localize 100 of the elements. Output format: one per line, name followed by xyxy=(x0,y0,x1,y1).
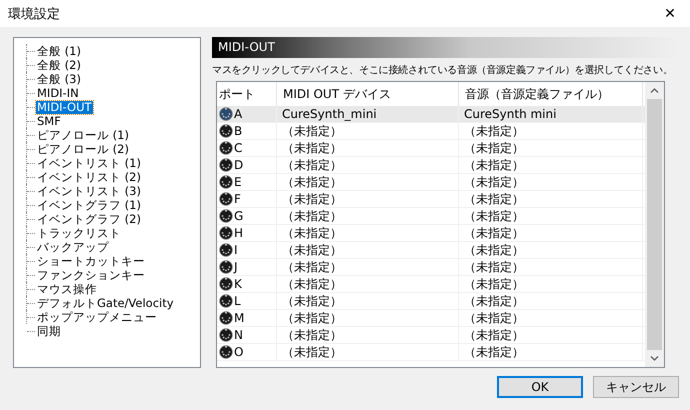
tree-item[interactable]: MIDI-OUT xyxy=(36,100,93,114)
source-cell: （未指定） xyxy=(459,310,643,326)
tree-item[interactable]: ショートカットキー xyxy=(36,254,146,268)
tree-item[interactable]: 同期 xyxy=(36,324,62,338)
table-row[interactable]: C （未指定） （未指定） xyxy=(217,140,645,157)
device-cell: （未指定） xyxy=(277,208,459,224)
device-cell: （未指定） xyxy=(277,259,459,275)
device-cell: （未指定） xyxy=(277,310,459,326)
table-row[interactable]: L （未指定） （未指定） xyxy=(217,293,645,310)
port-label: B xyxy=(234,124,242,138)
device-cell: （未指定） xyxy=(277,140,459,156)
dialog-button[interactable]: OK xyxy=(497,376,583,398)
tree-item[interactable]: SMF xyxy=(36,114,62,128)
device-cell: （未指定） xyxy=(277,344,459,360)
connector-icon xyxy=(219,243,233,257)
port-label: L xyxy=(234,294,241,308)
table-row[interactable]: B （未指定） （未指定） xyxy=(217,123,645,140)
port-label: E xyxy=(234,175,242,189)
scrollbar[interactable] xyxy=(645,82,664,367)
table-row[interactable]: I （未指定） （未指定） xyxy=(217,242,645,259)
connector-icon xyxy=(219,260,233,274)
table-row[interactable]: F （未指定） （未指定） xyxy=(217,191,645,208)
tree-item[interactable]: 全般 (1) xyxy=(36,44,82,58)
device-cell: （未指定） xyxy=(277,242,459,258)
device-cell: （未指定） xyxy=(277,123,459,139)
tree-item[interactable]: ファンクションキー xyxy=(36,268,146,282)
connector-icon xyxy=(219,209,233,223)
tree-item[interactable]: 全般 (3) xyxy=(36,72,82,86)
port-label: H xyxy=(234,226,244,240)
window-title: 環境設定 xyxy=(8,6,60,22)
connector-icon xyxy=(219,124,233,138)
table-row[interactable]: G （未指定） （未指定） xyxy=(217,208,645,225)
port-label: O xyxy=(234,345,244,359)
tree-item[interactable]: MIDI-IN xyxy=(36,86,80,100)
port-label: G xyxy=(234,209,244,223)
table-row[interactable]: D （未指定） （未指定） xyxy=(217,157,645,174)
table-row[interactable]: O （未指定） （未指定） xyxy=(217,344,645,361)
scrollbar-thumb[interactable] xyxy=(647,99,662,350)
source-cell: （未指定） xyxy=(459,276,643,292)
tree-item[interactable]: マウス操作 xyxy=(36,282,98,296)
connector-icon xyxy=(219,226,233,240)
source-cell: （未指定） xyxy=(459,123,643,139)
tree-item[interactable]: デフォルトGate/Velocity xyxy=(36,296,175,310)
source-cell: （未指定） xyxy=(459,327,643,343)
connector-icon xyxy=(219,345,233,359)
device-cell: （未指定） xyxy=(277,293,459,309)
connector-icon xyxy=(219,277,233,291)
instruction-text: マスをクリックしてデバイスと、そこに接続されている音源（音源定義ファイル）を選択してください。 xyxy=(212,64,673,78)
tree-item[interactable]: イベントリスト (2) xyxy=(36,170,142,184)
port-label: M xyxy=(234,311,244,325)
connector-icon xyxy=(219,141,233,155)
source-cell: （未指定） xyxy=(459,191,643,207)
connector-icon xyxy=(219,294,233,308)
port-label: K xyxy=(234,277,242,291)
tree-item[interactable]: 全般 (2) xyxy=(36,58,82,72)
device-cell: （未指定） xyxy=(277,157,459,173)
scroll-down-icon[interactable] xyxy=(650,356,659,361)
source-cell: （未指定） xyxy=(459,259,643,275)
device-cell: （未指定） xyxy=(277,174,459,190)
table-row[interactable]: J （未指定） （未指定） xyxy=(217,259,645,276)
source-cell: （未指定） xyxy=(459,293,643,309)
tree-item[interactable]: ピアノロール (1) xyxy=(36,128,130,142)
tree-item[interactable]: イベントリスト (3) xyxy=(36,184,142,198)
source-cell: （未指定） xyxy=(459,242,643,258)
tree-item[interactable]: バックアップ xyxy=(36,240,110,254)
device-cell: （未指定） xyxy=(277,191,459,207)
tree-item[interactable]: ピアノロール (2) xyxy=(36,142,130,156)
device-cell: CureSynth_mini xyxy=(277,106,459,122)
port-label: A xyxy=(234,107,242,121)
connector-icon xyxy=(219,158,233,172)
scroll-up-icon[interactable] xyxy=(650,88,659,93)
port-label: F xyxy=(234,192,241,206)
connector-icon xyxy=(219,175,233,189)
tree-item[interactable]: イベントグラフ (2) xyxy=(36,212,142,226)
device-cell: （未指定） xyxy=(277,276,459,292)
tree-item[interactable]: トラックリスト xyxy=(36,226,122,240)
source-cell: （未指定） xyxy=(459,157,643,173)
table-row[interactable]: K （未指定） （未指定） xyxy=(217,276,645,293)
tree-item[interactable]: ポップアップメニュー xyxy=(36,310,158,324)
connector-icon xyxy=(219,328,233,342)
port-label: I xyxy=(234,243,238,257)
table-row[interactable]: M （未指定） （未指定） xyxy=(217,310,645,327)
source-cell: （未指定） xyxy=(459,140,643,156)
table-row[interactable]: A CureSynth_mini CureSynth mini xyxy=(217,106,645,123)
source-cell: （未指定） xyxy=(459,225,643,241)
connector-icon xyxy=(219,107,233,121)
port-label: C xyxy=(234,141,242,155)
port-label: D xyxy=(234,158,244,172)
port-label: N xyxy=(234,328,243,342)
table-row[interactable]: E （未指定） （未指定） xyxy=(217,174,645,191)
connector-icon xyxy=(219,192,233,206)
table-row[interactable]: N （未指定） （未指定） xyxy=(217,327,645,344)
table-row[interactable]: H （未指定） （未指定） xyxy=(217,225,645,242)
tree-item[interactable]: イベントリスト (1) xyxy=(36,156,142,170)
device-cell: （未指定） xyxy=(277,327,459,343)
device-cell: （未指定） xyxy=(277,225,459,241)
source-cell: （未指定） xyxy=(459,174,643,190)
connector-icon xyxy=(219,311,233,325)
dialog-button[interactable]: キャンセル xyxy=(593,376,679,398)
tree-item[interactable]: イベントグラフ (1) xyxy=(36,198,142,212)
